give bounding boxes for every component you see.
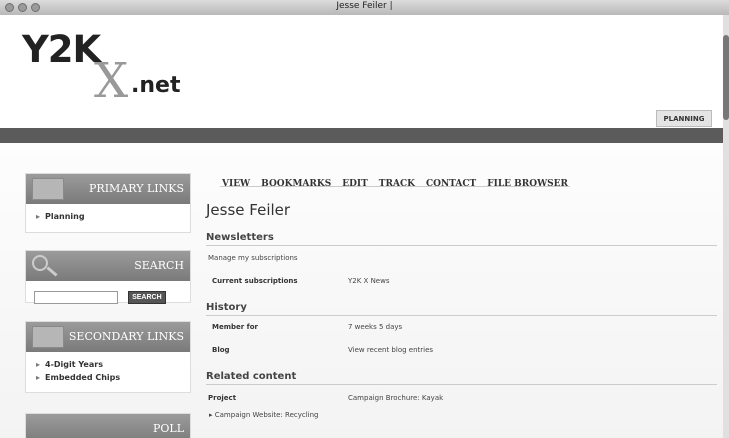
manage-subscriptions-link[interactable]: Manage my subscriptions <box>208 254 298 262</box>
search-form: SEARCH <box>26 281 190 312</box>
magnifier-handle-icon <box>46 266 58 277</box>
history-heading: History <box>206 302 247 313</box>
search-header: SEARCH <box>26 251 190 281</box>
member-for-value: 7 weeks 5 days <box>348 323 403 331</box>
folder-icon <box>32 326 64 348</box>
tab-contact[interactable]: CONTACT <box>426 179 476 189</box>
member-for-label: Member for <box>212 323 258 331</box>
secondary-links-header: SECONDARY LINKS <box>26 322 190 352</box>
primary-links-list: ▸ Planning <box>26 204 190 227</box>
secondary-links-block: SECONDARY LINKS ▸ 4-Digit Years ▸ Embedded… <box>25 321 191 393</box>
site-logo[interactable]: Y2K X .net <box>0 15 220 110</box>
browser-window: Jesse Feiler | Y2K X .net PLANNING PRIMA… <box>0 0 729 438</box>
history-divider <box>206 315 717 316</box>
view-blog-link[interactable]: View recent blog entries <box>348 346 433 354</box>
current-subscriptions-label: Current subscriptions <box>212 277 298 285</box>
tab-view[interactable]: VIEW <box>222 179 250 189</box>
logo-y2k-text: Y2K <box>22 28 101 71</box>
blog-label: Blog <box>212 346 230 354</box>
search-block: SEARCH SEARCH <box>25 250 191 304</box>
newsletters-divider <box>206 245 717 246</box>
header-divider-bar <box>0 128 723 143</box>
window-title: Jesse Feiler | <box>336 1 393 11</box>
primary-links-block: PRIMARY LINKS ▸ Planning <box>25 173 191 233</box>
folder-icon <box>32 178 64 200</box>
tab-file-browser[interactable]: FILE BROWSER <box>487 179 568 189</box>
vertical-scrollbar[interactable] <box>723 15 729 438</box>
logo-net-text: .net <box>131 73 181 98</box>
primary-links-header: PRIMARY LINKS <box>26 174 190 204</box>
tab-bookmarks[interactable]: BOOKMARKS <box>261 179 331 189</box>
page-title: Jesse Feiler <box>206 201 291 219</box>
poll-title: POLL <box>152 422 184 435</box>
tabs-divider <box>220 186 570 187</box>
search-input[interactable] <box>34 291 118 304</box>
scrollbar-thumb[interactable] <box>723 35 729 120</box>
search-button[interactable]: SEARCH <box>128 291 166 304</box>
poll-header: POLL <box>26 414 190 438</box>
project-value[interactable]: Campaign Brochure: Kayak <box>348 394 443 402</box>
title-bar: Jesse Feiler | <box>0 0 729 16</box>
site-header: Y2K X .net PLANNING <box>0 15 723 128</box>
related-item[interactable]: ▸ Campaign Website: Recycling <box>209 411 318 419</box>
primary-links-title: PRIMARY LINKS <box>89 182 184 195</box>
tab-track[interactable]: TRACK <box>379 179 415 189</box>
tab-planning[interactable]: PLANNING <box>656 110 712 127</box>
secondary-links-title: SECONDARY LINKS <box>68 330 184 343</box>
related-content-heading: Related content <box>206 371 297 382</box>
bullet-icon: ▸ <box>36 373 41 382</box>
secondary-links-list: ▸ 4-Digit Years ▸ Embedded Chips <box>26 352 190 388</box>
bullet-icon: ▸ <box>36 360 41 369</box>
sidebar-item-embedded-chips[interactable]: ▸ Embedded Chips <box>36 371 190 384</box>
search-title: SEARCH <box>134 259 184 272</box>
poll-block: POLL <box>25 413 191 438</box>
user-tabs: VIEW BOOKMARKS EDIT TRACK CONTACT FILE BROWSE… <box>222 171 579 190</box>
tab-edit[interactable]: EDIT <box>342 179 368 189</box>
logo-x-text: X <box>94 53 129 109</box>
sidebar-item-4-digit-years[interactable]: ▸ 4-Digit Years <box>36 358 190 371</box>
bullet-icon: ▸ <box>36 212 41 221</box>
project-label: Project <box>208 394 237 402</box>
sidebar-item-planning[interactable]: ▸ Planning <box>36 210 190 223</box>
newsletters-heading: Newsletters <box>206 232 274 243</box>
current-subscriptions-value: Y2K X News <box>348 277 390 285</box>
related-content-divider <box>206 384 717 385</box>
content-area: PRIMARY LINKS ▸ Planning SEARCH SEARCH SE… <box>0 143 723 438</box>
